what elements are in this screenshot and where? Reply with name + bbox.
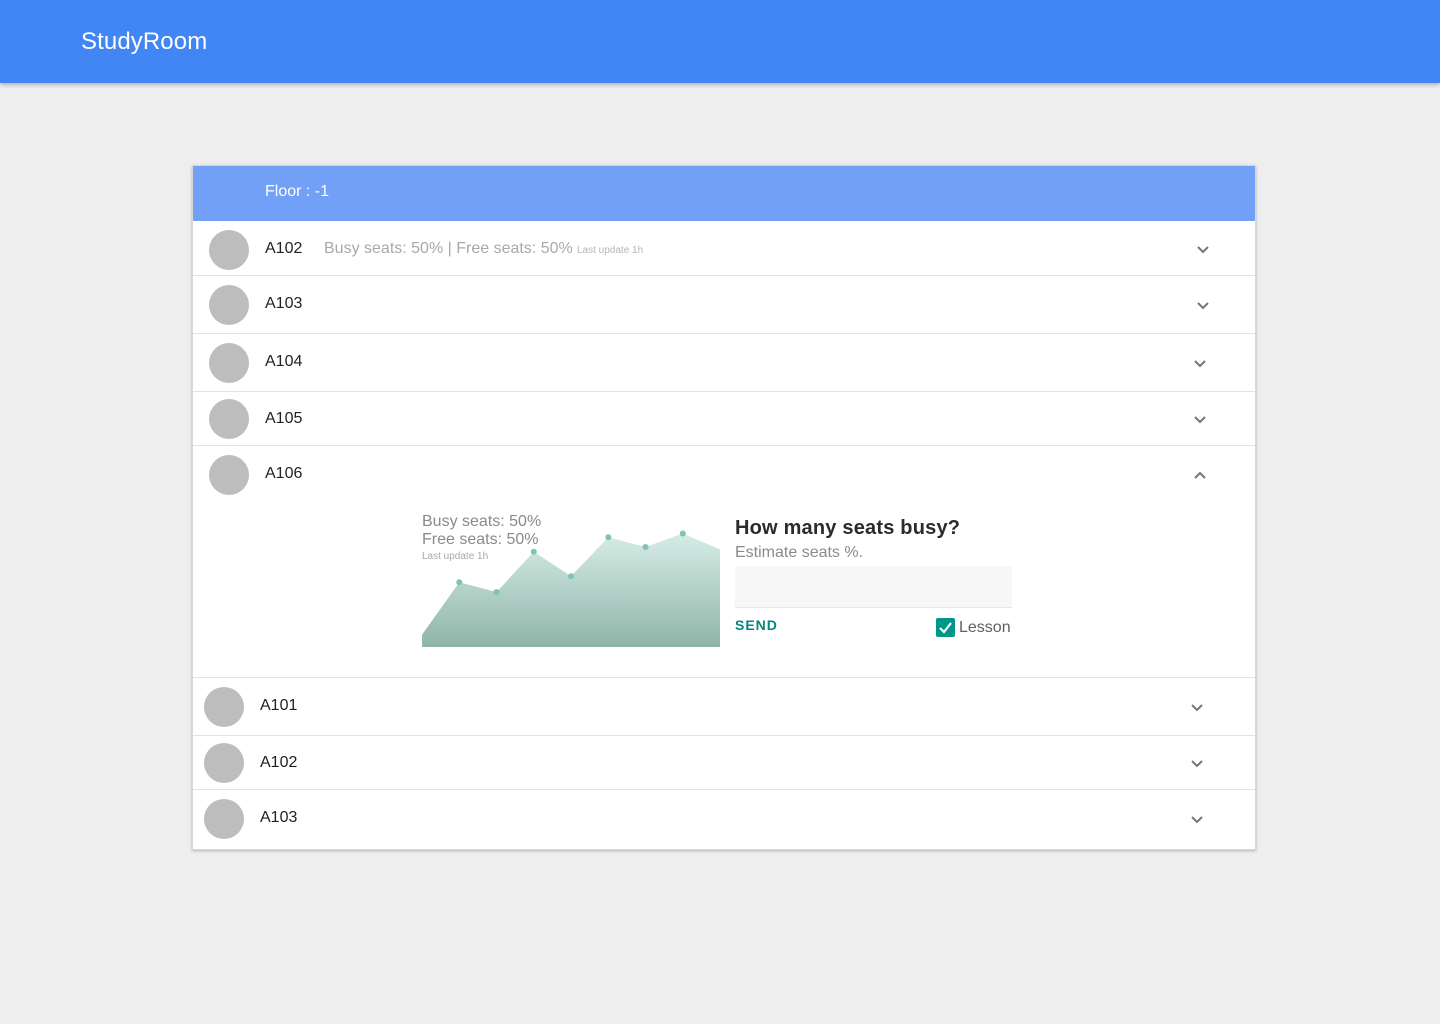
check-icon [939, 622, 952, 634]
room-row-a102[interactable]: A102 Busy seats: 50% | Free seats: 50% L… [193, 221, 1255, 276]
room-avatar [209, 343, 249, 383]
room-name: A102 [265, 240, 303, 257]
chart-point [642, 544, 649, 550]
seats-form-title: How many seats busy? [735, 517, 961, 539]
seats-form-subtitle: Estimate seats %. [735, 544, 864, 561]
room-avatar [209, 455, 249, 495]
chart-point [605, 534, 612, 541]
chevron-down-icon[interactable] [1196, 301, 1210, 311]
floor-header: Floor : -1 [193, 166, 1255, 221]
chevron-down-icon[interactable] [1193, 415, 1207, 425]
free-seats-label: Free seats: 50% [422, 531, 539, 548]
room-avatar [204, 743, 244, 783]
room-avatar [204, 687, 244, 727]
chevron-up-icon[interactable] [1193, 470, 1207, 480]
rooms-panel: Floor : -1 A102 Busy seats: 50% | Free s… [192, 165, 1256, 850]
chevron-down-icon[interactable] [1193, 359, 1207, 369]
room-row-a101[interactable]: A101 [193, 678, 1255, 736]
chevron-down-icon[interactable] [1196, 245, 1210, 255]
room-row-a103-bottom[interactable]: A103 [193, 790, 1255, 849]
send-button[interactable]: SEND [735, 617, 778, 633]
chart-point [568, 573, 574, 580]
chevron-down-icon[interactable] [1190, 759, 1204, 769]
chart-point [493, 589, 500, 596]
floor-label: Floor : -1 [265, 183, 330, 200]
room-row-a105[interactable]: A105 [193, 392, 1255, 446]
room-avatar [209, 230, 249, 270]
lesson-checkbox-label: Lesson [959, 619, 1011, 636]
occupancy-chart: Busy seats: 50% Free seats: 50% Last upd… [422, 513, 722, 647]
room-avatar [204, 799, 244, 839]
busy-seats-label: Busy seats: 50% [422, 513, 542, 530]
room-summary: Busy seats: 50% | Free seats: 50% [324, 240, 573, 257]
room-name: A103 [260, 809, 298, 826]
chevron-down-icon[interactable] [1190, 815, 1204, 825]
chart-point [456, 579, 463, 586]
seats-estimate-input[interactable] [735, 566, 1012, 608]
room-avatar [209, 285, 249, 325]
room-name: A101 [260, 697, 298, 714]
room-name: A104 [265, 353, 303, 370]
room-row-a103[interactable]: A103 [193, 276, 1255, 334]
app-bar: StudyRoom [0, 0, 1440, 83]
chart-point [679, 530, 686, 537]
room-row-a102-bottom[interactable]: A102 [193, 736, 1255, 790]
room-avatar [209, 399, 249, 439]
room-name[interactable]: A106 [265, 465, 302, 483]
room-row-a106-expanded: A106 [193, 446, 1255, 678]
room-last-update: Last update 1h [577, 245, 644, 256]
lesson-checkbox[interactable] [936, 618, 955, 637]
chart-point [530, 548, 537, 555]
chevron-down-icon[interactable] [1190, 703, 1204, 713]
room-name: A102 [260, 754, 298, 771]
chart-last-update: Last update 1h [422, 551, 489, 562]
room-name: A103 [265, 295, 303, 312]
app-title: StudyRoom [81, 28, 208, 55]
room-name: A105 [265, 410, 303, 427]
room-row-a104[interactable]: A104 [193, 334, 1255, 392]
